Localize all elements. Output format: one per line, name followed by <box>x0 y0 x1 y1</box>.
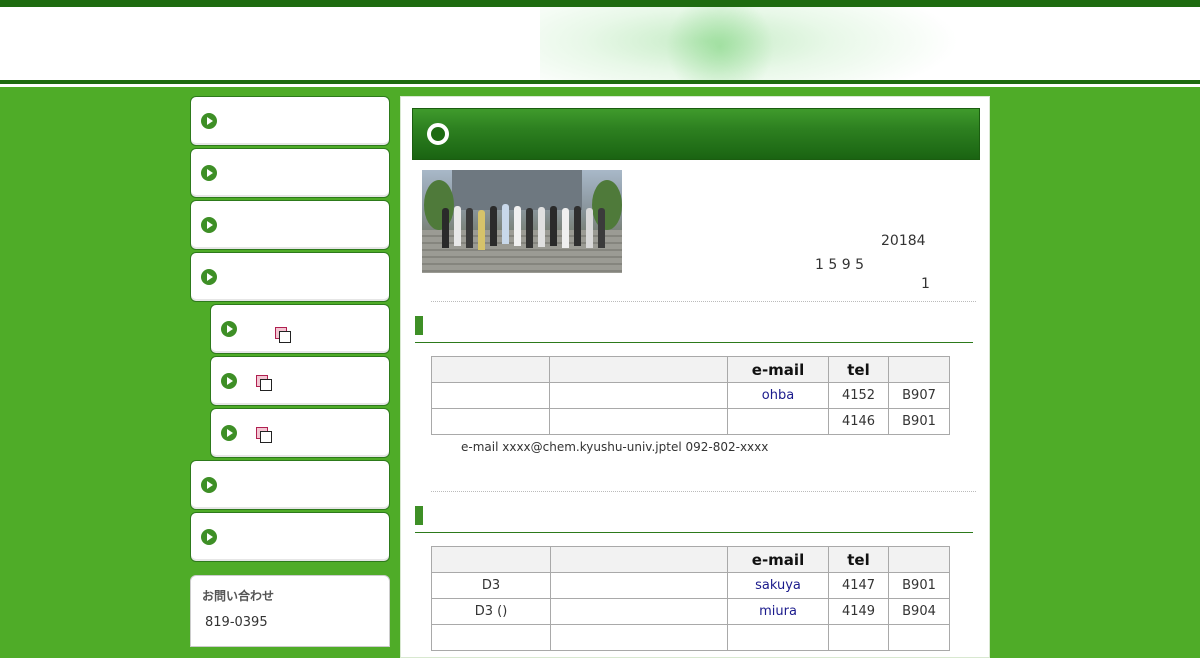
heading-marker <box>415 316 423 335</box>
table-cell: miura <box>727 598 829 625</box>
sidebar-item-3[interactable] <box>190 200 390 250</box>
play-circle-icon <box>201 217 217 233</box>
table-cell: 4152 <box>828 382 889 409</box>
external-window-icon <box>275 327 291 343</box>
header-divider-light <box>0 84 1200 87</box>
column-header <box>431 546 551 573</box>
table-cell: B904 <box>888 598 950 625</box>
table-cell: ohba <box>727 382 829 409</box>
play-circle-icon <box>201 529 217 545</box>
sidebar-subitem-1[interactable] <box>210 304 390 354</box>
play-circle-icon <box>221 425 237 441</box>
email-link[interactable]: miura <box>759 604 797 619</box>
section-divider <box>431 491 976 492</box>
column-header <box>888 356 950 383</box>
sidebar-item-1[interactable] <box>190 96 390 146</box>
members-table-staff: e-mail tel ohba 4152 B907 4146 B901 <box>431 356 950 435</box>
table-cell: B901 <box>888 572 950 599</box>
table-cell: sakuya <box>727 572 829 599</box>
table-cell <box>727 624 829 651</box>
play-circle-icon <box>221 373 237 389</box>
table-cell <box>549 408 728 435</box>
header-top-stripe <box>0 0 1200 7</box>
table-cell: 4146 <box>828 408 889 435</box>
sidebar-item-2[interactable] <box>190 148 390 198</box>
table-cell <box>431 408 550 435</box>
table-cell <box>828 624 889 651</box>
page-title-bar <box>412 108 980 160</box>
table-cell: B907 <box>888 382 950 409</box>
play-circle-icon <box>201 165 217 181</box>
table-cell: D3 () <box>431 598 551 625</box>
table-cell: B901 <box>888 408 950 435</box>
contact-title: お問い合わせ <box>202 589 275 603</box>
email-link[interactable]: sakuya <box>755 578 801 593</box>
email-link[interactable]: ohba <box>762 388 794 403</box>
table-header-row: e-mail tel <box>431 356 950 383</box>
site-header <box>0 7 1200 80</box>
table-cell: D3 <box>431 572 551 599</box>
table-header-row: e-mail tel <box>431 546 950 573</box>
column-header-email: e-mail <box>727 546 829 573</box>
section-divider <box>431 301 976 302</box>
table-row: D3 sakuya 4147 B901 <box>431 572 950 599</box>
table-cell <box>549 382 728 409</box>
header-decoration-glow <box>640 7 800 80</box>
table-cell <box>431 382 550 409</box>
sidebar-item-4[interactable] <box>190 252 390 302</box>
column-header-tel: tel <box>828 546 889 573</box>
table-cell <box>431 624 551 651</box>
column-header <box>431 356 550 383</box>
play-circle-icon <box>201 113 217 129</box>
section-heading <box>415 316 973 343</box>
table-cell <box>888 624 950 651</box>
table-cell <box>550 572 728 599</box>
group-photo <box>422 170 622 273</box>
members-table-students: e-mail tel D3 sakuya 4147 B901 D3 () miu… <box>431 546 950 651</box>
column-header <box>888 546 950 573</box>
column-header-email: e-mail <box>727 356 829 383</box>
column-header-tel: tel <box>828 356 889 383</box>
table-cell: 4149 <box>828 598 889 625</box>
column-header <box>550 546 728 573</box>
contact-note: e-mail xxxx@chem.kyushu-univ.jptel 092-8… <box>461 440 769 454</box>
sidebar-subitem-2[interactable] <box>210 356 390 406</box>
external-window-icon <box>256 375 272 391</box>
play-circle-icon <box>221 321 237 337</box>
external-window-icon <box>256 427 272 443</box>
sidebar-item-6[interactable] <box>190 512 390 562</box>
table-row <box>431 624 950 651</box>
contact-box: お問い合わせ 819-0395 <box>190 575 390 647</box>
contact-zip: 819-0395 <box>205 615 268 630</box>
table-cell <box>727 408 829 435</box>
section-heading <box>415 506 973 533</box>
play-circle-icon <box>201 269 217 285</box>
info-extra: 1 <box>921 276 930 292</box>
info-count: 1 5 9 5 <box>815 257 864 273</box>
column-header <box>549 356 728 383</box>
table-cell <box>550 624 728 651</box>
sidebar-subitem-3[interactable] <box>210 408 390 458</box>
sidebar-item-5[interactable] <box>190 460 390 510</box>
play-circle-icon <box>201 477 217 493</box>
table-row: 4146 B901 <box>431 408 950 435</box>
table-row: D3 () miura 4149 B904 <box>431 598 950 625</box>
circle-icon <box>427 123 449 145</box>
table-cell: 4147 <box>828 572 889 599</box>
heading-marker <box>415 506 423 525</box>
table-cell <box>550 598 728 625</box>
info-year-month: 20184 <box>881 233 926 249</box>
table-row: ohba 4152 B907 <box>431 382 950 409</box>
